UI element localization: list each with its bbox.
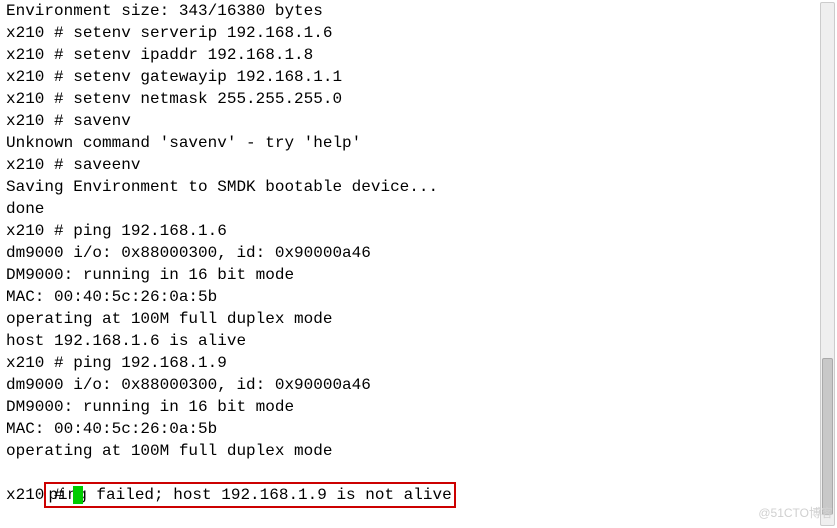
terminal-line: x210 # setenv gatewayip 192.168.1.1 bbox=[6, 66, 817, 88]
terminal-line: operating at 100M full duplex mode bbox=[6, 440, 817, 462]
terminal-prompt: x210 # bbox=[6, 484, 73, 506]
scrollbar-thumb[interactable] bbox=[822, 358, 833, 515]
terminal-line: DM9000: running in 16 bit mode bbox=[6, 264, 817, 286]
terminal-line: Unknown command 'savenv' - try 'help' bbox=[6, 132, 817, 154]
terminal-line: x210 # savenv bbox=[6, 110, 817, 132]
terminal-line: dm9000 i/o: 0x88000300, id: 0x90000a46 bbox=[6, 374, 817, 396]
terminal-line-highlighted: ping failed; host 192.168.1.9 is not ali… bbox=[6, 462, 817, 484]
terminal-line: dm9000 i/o: 0x88000300, id: 0x90000a46 bbox=[6, 242, 817, 264]
terminal-line: DM9000: running in 16 bit mode bbox=[6, 396, 817, 418]
error-highlight: ping failed; host 192.168.1.9 is not ali… bbox=[44, 482, 455, 508]
terminal-line: operating at 100M full duplex mode bbox=[6, 308, 817, 330]
terminal-line: Environment size: 343/16380 bytes bbox=[6, 0, 817, 22]
terminal-line: MAC: 00:40:5c:26:0a:5b bbox=[6, 286, 817, 308]
terminal-line: x210 # setenv netmask 255.255.255.0 bbox=[6, 88, 817, 110]
terminal-line: Saving Environment to SMDK bootable devi… bbox=[6, 176, 817, 198]
terminal-line: x210 # setenv serverip 192.168.1.6 bbox=[6, 22, 817, 44]
terminal-line: x210 # saveenv bbox=[6, 154, 817, 176]
watermark-text: @51CTO博客 bbox=[758, 502, 833, 524]
terminal-cursor bbox=[73, 486, 83, 504]
terminal-line: MAC: 00:40:5c:26:0a:5b bbox=[6, 418, 817, 440]
terminal-line: x210 # setenv ipaddr 192.168.1.8 bbox=[6, 44, 817, 66]
vertical-scrollbar[interactable] bbox=[820, 2, 835, 526]
terminal-line: x210 # ping 192.168.1.6 bbox=[6, 220, 817, 242]
terminal-output[interactable]: Environment size: 343/16380 bytes x210 #… bbox=[6, 0, 817, 528]
terminal-line: host 192.168.1.6 is alive bbox=[6, 330, 817, 352]
terminal-line: done bbox=[6, 198, 817, 220]
terminal-line: x210 # ping 192.168.1.9 bbox=[6, 352, 817, 374]
